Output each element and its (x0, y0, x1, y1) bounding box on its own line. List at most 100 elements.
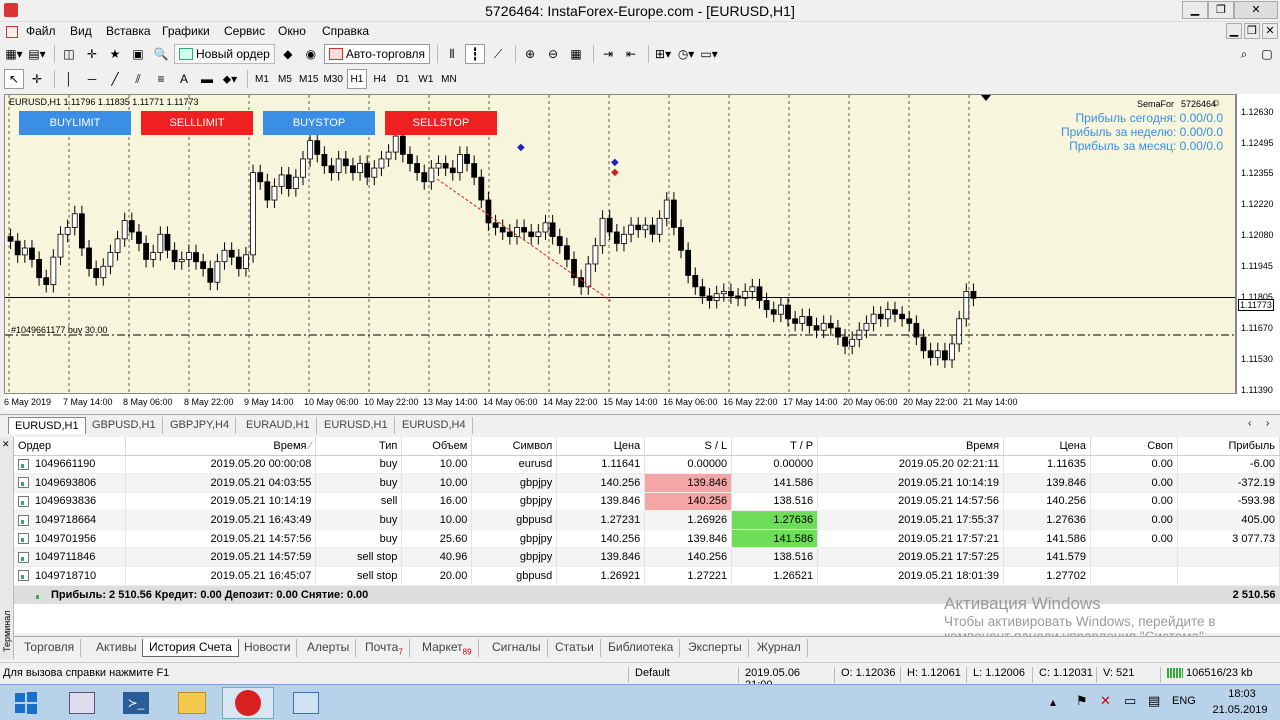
metaeditor-icon[interactable]: ◆ (278, 44, 298, 64)
fibonacci-icon[interactable]: ≡ (151, 69, 171, 89)
notification-icon[interactable]: ▤ (1148, 693, 1160, 709)
cursor-icon[interactable]: ↖ (4, 69, 24, 89)
tab-articles[interactable]: Статьи (549, 639, 601, 657)
col-swap[interactable]: Своп (1090, 437, 1178, 456)
templates-icon[interactable]: ▭▾ (699, 44, 719, 64)
menu-window[interactable]: Окно (278, 24, 306, 38)
tf-m1[interactable]: M1 (252, 69, 272, 89)
col-volume[interactable]: Объем (401, 437, 473, 456)
favorites-icon[interactable]: ★ (105, 44, 125, 64)
price-chart[interactable]: ◆ ◆ ◆ EURUSD,H1 1.11796 1.11835 1.11771 1.… (4, 94, 1236, 394)
chart-shift-icon[interactable]: ⇤ (621, 44, 641, 64)
menu-insert[interactable]: Вставка (106, 24, 151, 38)
profile-name[interactable]: Default (628, 667, 738, 683)
tray-arrow-icon[interactable]: ▴ (1050, 695, 1056, 709)
autoscroll-icon[interactable]: ⇥ (598, 44, 618, 64)
tester-icon[interactable]: 🔍 (151, 44, 171, 64)
language-indicator[interactable]: ENG (1172, 695, 1196, 707)
col-type[interactable]: Тип (315, 437, 403, 456)
candlestick-icon[interactable]: ┇ (465, 44, 486, 64)
col-order[interactable]: Ордер (14, 437, 127, 456)
table-row[interactable]: 1049718710 2019.05.21 16:45:07 sell stop… (14, 566, 1280, 586)
shapes-icon[interactable]: ⬥▾ (220, 69, 240, 89)
zoom-in-icon[interactable]: ⊕ (520, 44, 540, 64)
tf-m30[interactable]: M30 (322, 69, 343, 89)
tray-flag-icon[interactable]: ⚑ (1076, 693, 1088, 709)
connection-status[interactable]: 106516/23 kb (1160, 667, 1280, 683)
minimize-button[interactable]: ▁ (1182, 1, 1208, 19)
tab-alerts[interactable]: Алерты (301, 639, 357, 657)
col-price[interactable]: Цена (556, 437, 646, 456)
metatrader-taskbar-icon[interactable] (222, 687, 274, 719)
menu-tools[interactable]: Сервис (224, 24, 265, 38)
tab-account-history[interactable]: История Счета (142, 639, 239, 657)
table-row[interactable]: 1049711846 2019.05.21 14:57:59 sell stop… (14, 547, 1280, 568)
crosshair-icon[interactable]: ✛ (27, 69, 47, 89)
tab-signals[interactable]: Сигналы (486, 639, 548, 657)
search-icon[interactable]: ⌕ (1234, 44, 1254, 64)
tab-mailbox[interactable]: Почта7 (359, 639, 410, 657)
tf-h1[interactable]: H1 (346, 69, 367, 89)
col-profit[interactable]: Прибыль (1177, 437, 1280, 456)
profiles-icon[interactable]: ▤▾ (27, 44, 47, 64)
navigator-icon[interactable]: ✛ (82, 44, 102, 64)
new-order-button[interactable]: Новый ордер (174, 44, 275, 64)
server-manager-icon[interactable] (56, 687, 108, 719)
channel-icon[interactable]: ⫽ (128, 69, 148, 89)
table-row[interactable]: 1049718664 2019.05.21 16:43:49 buy 10.00… (14, 510, 1280, 530)
periods-icon[interactable]: ◷▾ (676, 44, 696, 64)
tab-trade[interactable]: Торговля (18, 639, 82, 657)
tab-journal[interactable]: Журнал (751, 639, 808, 657)
col-sl[interactable]: S / L (644, 437, 733, 456)
market-watch-icon[interactable]: ◫ (59, 44, 79, 64)
tf-m15[interactable]: M15 (298, 69, 319, 89)
tile-windows-icon[interactable]: ▦ (566, 44, 586, 64)
col-symbol[interactable]: Символ (471, 437, 558, 456)
clock-date[interactable]: 21.05.2019 (1210, 704, 1270, 716)
tf-w1[interactable]: W1 (416, 69, 436, 89)
clock-time[interactable]: 18:03 (1222, 688, 1262, 700)
selllimit-button[interactable]: SELLLIMIT (141, 111, 253, 135)
tab-news[interactable]: Новости (238, 639, 298, 657)
menu-help[interactable]: Справка (322, 24, 369, 38)
vertical-line-icon[interactable]: │ (59, 69, 79, 89)
tab-code-base[interactable]: Библиотека (602, 639, 681, 657)
volume-muted-icon[interactable]: ✕ (1100, 693, 1111, 709)
table-row[interactable]: 1049701956 2019.05.21 14:57:56 buy 25.60… (14, 529, 1280, 549)
chat-icon[interactable]: ▢ (1257, 44, 1277, 64)
zoom-out-icon[interactable]: ⊖ (543, 44, 563, 64)
table-row[interactable]: 1049661190 2019.05.20 00:00:08 buy 10.00… (14, 455, 1280, 475)
trendline-icon[interactable]: ╱ (105, 69, 125, 89)
tf-h4[interactable]: H4 (370, 69, 390, 89)
text-icon[interactable]: A (174, 69, 194, 89)
child-restore-button[interactable]: ❐ (1244, 23, 1260, 39)
chart-tab[interactable]: GBPUSD,H1 (86, 417, 163, 434)
close-button[interactable]: ✕ (1234, 1, 1278, 19)
chart-tab[interactable]: EURUSD,H1 (8, 417, 86, 434)
powershell-icon[interactable]: ≻_ (110, 687, 162, 719)
col-tp[interactable]: T / P (731, 437, 819, 456)
buystop-button[interactable]: BUYSTOP (263, 111, 375, 135)
terminal-icon[interactable]: ▣ (128, 44, 148, 64)
start-button[interactable] (0, 687, 52, 719)
table-row[interactable]: 1049693806 2019.05.21 04:03:55 buy 10.00… (14, 473, 1280, 493)
tf-mn[interactable]: MN (439, 69, 459, 89)
network-icon[interactable]: ▭ (1124, 693, 1136, 709)
label-icon[interactable]: ▬ (197, 69, 217, 89)
menu-charts[interactable]: Графики (162, 24, 210, 38)
buylimit-button[interactable]: BUYLIMIT (19, 111, 131, 135)
menu-file[interactable]: Файл (26, 24, 56, 38)
bar-chart-icon[interactable]: ⫴ (442, 44, 462, 64)
child-close-button[interactable]: ✕ (1262, 23, 1278, 39)
child-minimize-button[interactable]: ▁ (1226, 23, 1242, 39)
menu-view[interactable]: Вид (70, 24, 92, 38)
tab-scroll-right-icon[interactable]: › (1266, 418, 1269, 429)
chart-tab[interactable]: GBPJPY,H4 (164, 417, 237, 434)
autotrade-button[interactable]: Авто-торговля (323, 44, 431, 64)
indicators-icon[interactable]: ⊞▾ (653, 44, 673, 64)
col-close-price[interactable]: Цена (1003, 437, 1091, 456)
tf-d1[interactable]: D1 (393, 69, 413, 89)
tab-market[interactable]: Маркет89 (416, 639, 479, 657)
maximize-button[interactable]: ❐ (1208, 1, 1234, 19)
new-chart-icon[interactable]: ▦▾ (4, 44, 24, 64)
